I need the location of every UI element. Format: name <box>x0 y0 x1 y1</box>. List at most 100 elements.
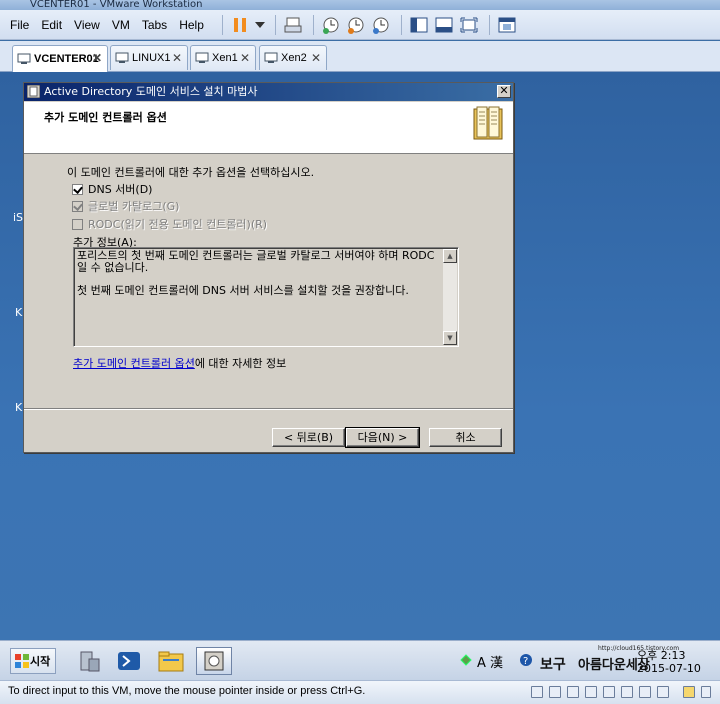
dialog-divider <box>24 408 513 410</box>
menu-tabs[interactable]: Tabs <box>142 16 167 34</box>
unity-icon[interactable] <box>496 14 518 36</box>
close-tab-icon[interactable]: ✕ <box>92 51 102 65</box>
checkbox-box <box>72 218 83 230</box>
close-tab-icon[interactable]: ✕ <box>311 51 321 65</box>
windows-logo-icon <box>15 654 29 668</box>
library-view-icon[interactable] <box>408 14 430 36</box>
toolbar-separator <box>400 14 402 35</box>
snapshot-manager-icon[interactable] <box>370 14 392 36</box>
cancel-button[interactable]: 취소 <box>429 428 502 447</box>
resize-grip-icon[interactable] <box>701 686 711 698</box>
start-button[interactable]: 시작 <box>10 648 56 674</box>
fullscreen-icon[interactable] <box>458 14 480 36</box>
svg-text:보구: 보구 <box>540 657 566 673</box>
hard-disk-icon[interactable] <box>531 686 543 698</box>
close-tab-icon[interactable]: ✕ <box>240 51 250 65</box>
message-log-icon[interactable] <box>683 686 695 698</box>
vmware-title-bar: VCENTER01 - VMware Workstation <box>0 0 720 10</box>
printer-icon[interactable] <box>639 686 651 698</box>
window-title: VCENTER01 - VMware Workstation <box>30 0 203 10</box>
ad-ds-install-wizard-dialog: Active Directory 도메인 서비스 설치 마법사 ✕ 추가 도메인… <box>23 82 514 453</box>
scroll-down-icon[interactable]: ▼ <box>443 331 457 345</box>
menu-bar: File Edit View VM Tabs Help <box>0 10 720 40</box>
display-icon[interactable] <box>657 686 669 698</box>
wizard-task-icon[interactable] <box>196 647 232 675</box>
close-icon[interactable]: ✕ <box>497 85 511 98</box>
desktop-icon-label[interactable]: K <box>15 306 22 319</box>
help-icon[interactable]: ? <box>519 653 533 670</box>
tab-label: LINUX1 <box>132 52 171 64</box>
tab-xen1[interactable]: Xen1 ✕ <box>190 45 256 70</box>
cd-rom-icon[interactable] <box>549 686 561 698</box>
global-catalog-checkbox: 글로벌 카탈로그(G) <box>72 198 179 214</box>
network-flag-icon[interactable] <box>459 653 473 670</box>
ime-indicator[interactable]: A 漢 <box>477 652 503 671</box>
next-button[interactable]: 다음(N) > <box>345 427 420 448</box>
dialog-title-bar[interactable]: Active Directory 도메인 서비스 설치 마법사 ✕ <box>24 83 513 101</box>
console-view-icon[interactable] <box>433 14 455 36</box>
tab-xen2[interactable]: Xen2 ✕ <box>259 45 327 70</box>
vm-icon <box>17 53 31 64</box>
checkbox-box[interactable] <box>72 183 83 195</box>
snapshot-icon[interactable] <box>320 14 342 36</box>
folder-icon[interactable] <box>156 647 186 675</box>
desktop-icon-label[interactable]: iS <box>13 211 23 224</box>
start-label: 시작 <box>30 655 51 668</box>
menu-view[interactable]: View <box>74 16 100 34</box>
additional-info-text: 포리스트의 첫 번째 도메인 컨트롤러는 글로벌 카탈로그 서버여야 하며 RO… <box>77 250 441 308</box>
svg-text:?: ? <box>523 656 528 667</box>
pause-icon[interactable] <box>229 14 251 36</box>
menu-file[interactable]: File <box>10 16 29 34</box>
wizard-icon <box>27 85 40 98</box>
server-manager-icon[interactable] <box>74 647 104 675</box>
powershell-icon[interactable] <box>114 647 144 675</box>
dialog-header: 추가 도메인 컨트롤러 옵션 <box>24 102 513 154</box>
guest-taskbar: 시작 A 漢 ? http://cloud165.tistory.com 보구 … <box>0 640 720 680</box>
tab-linux1[interactable]: LINUX1 ✕ <box>110 45 188 70</box>
usb-controller-icon[interactable] <box>603 686 615 698</box>
option-label: DNS 서버(D) <box>88 183 153 196</box>
book-icon <box>473 106 503 140</box>
floppy-icon[interactable] <box>567 686 579 698</box>
back-button[interactable]: < 뒤로(B) <box>272 428 345 447</box>
info-line: 첫 번째 도메인 컨트롤러에 DNS 서버 서비스를 설치할 것을 권장합니다. <box>77 284 409 297</box>
toolbar-separator <box>221 14 223 35</box>
more-info-link[interactable]: 추가 도메인 컨트롤러 옵션 <box>73 357 195 370</box>
menu-edit[interactable]: Edit <box>41 16 62 34</box>
vm-icon <box>115 52 129 63</box>
clock-time[interactable]: 오후 2:13 <box>637 647 685 663</box>
page-title: 추가 도메인 컨트롤러 옵션 <box>44 111 167 124</box>
more-info-line: 추가 도메인 컨트롤러 옵션에 대한 자세한 정보 <box>73 355 286 371</box>
vertical-scrollbar[interactable]: ▲ ▼ <box>443 249 457 345</box>
send-keys-icon[interactable] <box>282 14 304 36</box>
vm-tab-bar: VCENTER01 ✕ LINUX1 ✕ Xen1 ✕ Xen2 ✕ <box>0 41 720 72</box>
checkbox-box <box>72 200 83 212</box>
toolbar-separator <box>312 14 314 35</box>
desktop-icon-label[interactable]: K <box>15 401 22 414</box>
menu-help[interactable]: Help <box>179 16 204 34</box>
scroll-up-icon[interactable]: ▲ <box>443 249 457 263</box>
dialog-title: Active Directory 도메인 서비스 설치 마법사 <box>44 85 258 98</box>
network-adapter-icon[interactable] <box>585 686 597 698</box>
option-label: 글로벌 카탈로그(G) <box>88 200 180 213</box>
dns-server-checkbox[interactable]: DNS 서버(D) <box>72 181 152 197</box>
tab-label: Xen2 <box>281 52 307 64</box>
sound-card-icon[interactable] <box>621 686 633 698</box>
close-tab-icon[interactable]: ✕ <box>172 51 182 65</box>
tab-label: Xen1 <box>212 52 238 64</box>
menu-vm[interactable]: VM <box>112 16 130 34</box>
clock-date[interactable]: 2015-07-10 <box>637 662 701 675</box>
additional-info-textbox[interactable]: 포리스트의 첫 번째 도메인 컨트롤러는 글로벌 카탈로그 서버여야 하며 RO… <box>73 247 459 347</box>
more-info-suffix: 에 대한 자세한 정보 <box>194 357 287 370</box>
vm-icon <box>264 52 278 63</box>
info-line: 포리스트의 첫 번째 도메인 컨트롤러는 글로벌 카탈로그 서버여야 하며 RO… <box>77 249 435 274</box>
rodc-checkbox: RODC(읽기 전용 도메인 컨트롤러)(R) <box>72 216 267 232</box>
toolbar-separator <box>488 14 490 35</box>
intro-text: 이 도메인 컨트롤러에 대한 추가 옵션을 선택하십시오. <box>67 166 315 179</box>
dropdown-icon[interactable] <box>254 14 266 36</box>
tab-vcenter01[interactable]: VCENTER01 ✕ <box>12 45 108 72</box>
vm-icon <box>195 52 209 63</box>
revert-snapshot-icon[interactable] <box>345 14 367 36</box>
tab-label: VCENTER01 <box>34 53 99 65</box>
vmware-status-bar: To direct input to this VM, move the mou… <box>0 680 720 704</box>
